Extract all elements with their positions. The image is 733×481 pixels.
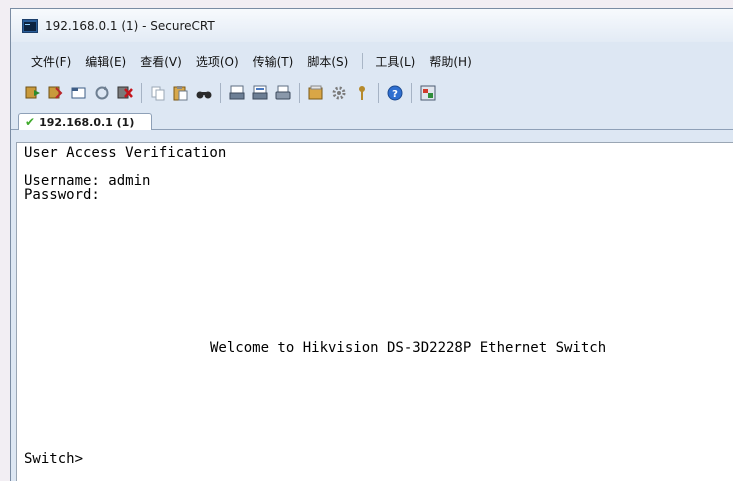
svg-text:?: ?	[392, 89, 398, 100]
print-selection-icon[interactable]	[250, 83, 270, 103]
menu-transfer[interactable]: 传输(T)	[253, 53, 294, 70]
session-tab-bar: ✔ 192.168.0.1 (1)	[11, 110, 733, 130]
global-options-icon[interactable]	[329, 83, 349, 103]
find-icon[interactable]	[194, 83, 214, 103]
securecrt-app-icon	[22, 18, 38, 33]
menu-help[interactable]: 帮助(H)	[429, 53, 471, 70]
tab-session[interactable]: ✔ 192.168.0.1 (1)	[18, 113, 152, 130]
reconnect-icon[interactable]	[92, 83, 112, 103]
terminal-line: User Access Verification	[24, 145, 227, 161]
help-icon[interactable]: ?	[385, 83, 405, 103]
toolbar-separator	[299, 83, 300, 103]
copy-icon[interactable]	[148, 83, 168, 103]
menu-edit[interactable]: 编辑(E)	[85, 53, 126, 70]
print-icon[interactable]	[227, 83, 247, 103]
menu-bar: 文件(F) 编辑(E) 查看(V) 选项(O) 传输(T) 脚本(S) 工具(L…	[11, 50, 733, 72]
terminal-line: Username: admin	[24, 173, 151, 189]
window-title: 192.168.0.1 (1) - SecureCRT	[45, 18, 215, 33]
menu-tools[interactable]: 工具(L)	[375, 53, 415, 70]
keymap-icon[interactable]	[352, 83, 372, 103]
sftp-icon[interactable]	[418, 83, 438, 103]
disconnect-icon[interactable]	[115, 83, 135, 103]
menu-view[interactable]: 查看(V)	[140, 53, 182, 70]
menu-separator	[362, 53, 364, 69]
quick-connect-icon[interactable]	[46, 83, 66, 103]
terminal-pane[interactable]: User Access Verification Username: admin…	[16, 142, 733, 481]
menu-script[interactable]: 脚本(S)	[307, 53, 348, 70]
print-setup-icon[interactable]	[273, 83, 293, 103]
paste-icon[interactable]	[171, 83, 191, 103]
title-bar[interactable]: 192.168.0.1 (1) - SecureCRT	[11, 9, 733, 42]
connect-tab-icon[interactable]	[69, 83, 89, 103]
tab-session-label: 192.168.0.1 (1)	[39, 115, 135, 129]
terminal-prompt: Switch>	[24, 451, 84, 467]
menu-options[interactable]: 选项(O)	[196, 53, 239, 70]
terminal-line: Password:	[24, 187, 100, 203]
toolbar-separator	[378, 83, 379, 103]
session-options-icon[interactable]	[306, 83, 326, 103]
toolbar-separator	[411, 83, 412, 103]
check-icon: ✔	[25, 115, 36, 129]
securecrt-window: 192.168.0.1 (1) - SecureCRT 文件(F) 编辑(E) …	[10, 8, 733, 481]
toolbar: ?	[11, 77, 733, 109]
connect-icon[interactable]	[23, 83, 43, 103]
menu-file[interactable]: 文件(F)	[31, 53, 71, 70]
terminal-line: Welcome to Hikvision DS-3D2228P Ethernet…	[210, 340, 607, 356]
toolbar-separator	[141, 83, 142, 103]
toolbar-separator	[220, 83, 221, 103]
